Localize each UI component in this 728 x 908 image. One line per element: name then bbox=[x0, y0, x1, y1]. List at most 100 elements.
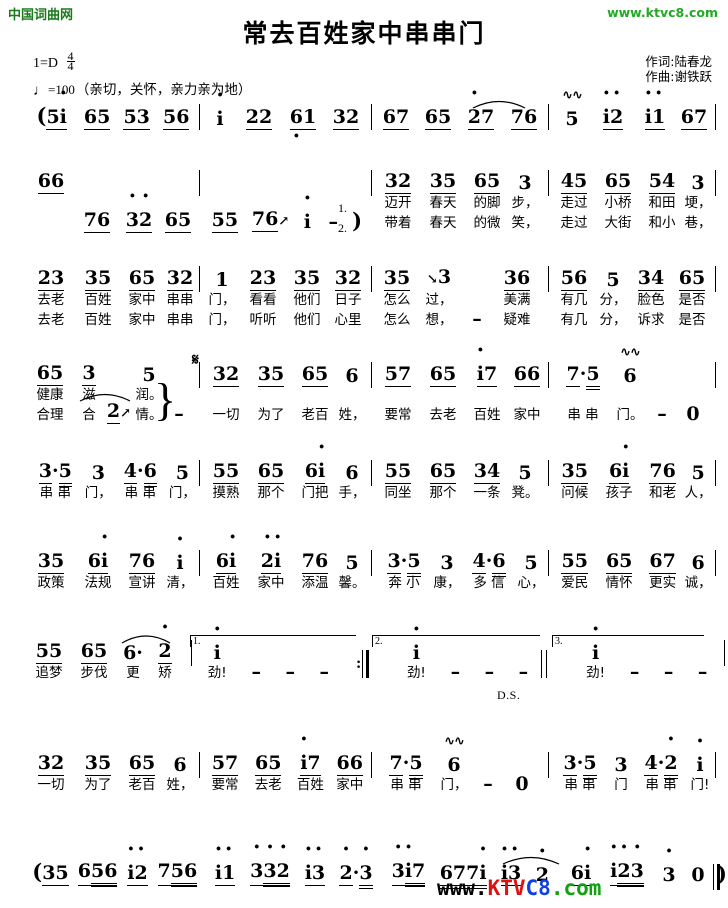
lyric-verse-1: 同坐 bbox=[384, 485, 412, 501]
lyric-verse-1: 诚， bbox=[684, 575, 712, 591]
measure: 65 健康 合理 3 滋 合 2↗ 5 润。 情。 – } bbox=[26, 362, 196, 425]
note-group: 6i bbox=[608, 460, 630, 484]
note-group: 65 bbox=[257, 460, 285, 484]
lyric-verse-1: 为了 bbox=[84, 777, 112, 793]
measure-row: (5i 65 53 56 i 22 61 32 67 65 27 76 5∿∿ bbox=[26, 89, 728, 130]
note-group: 3 bbox=[691, 172, 705, 194]
lyric-verse-1: 百姓 bbox=[473, 407, 501, 423]
lyric-verse-1: 门 bbox=[614, 777, 628, 793]
note-group: 65 bbox=[164, 209, 192, 233]
note-group: 2↗ bbox=[106, 400, 132, 424]
lyric-verse-2: 串串 bbox=[166, 312, 194, 328]
lyric-verse-1: 劲! bbox=[207, 665, 227, 681]
hold-dash: – bbox=[450, 661, 461, 683]
note-group: 32 bbox=[166, 267, 194, 291]
close-paren: ) bbox=[352, 208, 363, 233]
note-group: i bbox=[304, 211, 311, 233]
lyric-verse-1: 要常 bbox=[384, 407, 412, 423]
note-group: 55 bbox=[212, 460, 240, 484]
barline bbox=[199, 266, 200, 292]
measure: 1 门， 门， 23 看看 听听 35 他们 他们 32 日子 心里 bbox=[203, 266, 368, 330]
lyric-verse-1: 康， bbox=[433, 575, 461, 591]
note-group: ↘3 bbox=[426, 266, 452, 288]
lyric-verse-1: 奔 小 bbox=[388, 575, 420, 591]
lyric-verse-1: 老百 bbox=[128, 777, 156, 793]
lyric-verse-2: 的微 bbox=[473, 215, 501, 231]
note-group: 65 bbox=[605, 550, 633, 574]
measure: 35 政策 6i 法规 76 宣讲 i 清， bbox=[26, 550, 196, 593]
lyric-verse-2: 想， bbox=[425, 312, 453, 328]
lyric-verse-1: 家中 bbox=[336, 777, 364, 793]
lyric-verse-1: 那个 bbox=[257, 485, 285, 501]
note-group: 7·5 bbox=[389, 752, 423, 779]
note-group: 34 bbox=[637, 267, 665, 291]
note-group: 3 bbox=[82, 362, 96, 386]
measure: 5∿∿ i2 i1 67 bbox=[552, 89, 712, 130]
measure: 56 有几 有几 5 分， 分， 34 脸色 诉求 65 是否 是否 bbox=[552, 266, 712, 330]
barline bbox=[724, 640, 726, 666]
measure: 35 问候 6i 孩子 76 和老 5 人， bbox=[552, 460, 712, 503]
measure: i 劲! – – – bbox=[574, 640, 721, 683]
barline bbox=[371, 104, 372, 130]
note-group: 4·6 bbox=[123, 460, 158, 487]
note-group: 67 bbox=[649, 550, 676, 574]
note-group: 32 bbox=[212, 363, 240, 387]
barline bbox=[199, 550, 200, 576]
final-barline bbox=[717, 864, 720, 890]
note-group: 65 bbox=[604, 170, 632, 194]
barline bbox=[371, 362, 372, 388]
stave-line-8: 32 一切 35 为了 65 老百 6 姓， 57 要常 65 去老 i7 百姓… bbox=[0, 735, 728, 795]
measure: 7·5 串 串 6 ∿∿ 门。 – 0 bbox=[552, 345, 712, 425]
lyric-verse-1: 美满 bbox=[503, 292, 531, 308]
note-group: 5 bbox=[518, 462, 532, 484]
lyric-verse-2: 和小 bbox=[648, 215, 676, 231]
meter-bottom: 4 bbox=[67, 59, 74, 73]
measure: (5i 65 53 56 bbox=[26, 104, 196, 130]
measure: 3·5 奔 小 3 康， 4·6 多 信 5 心， bbox=[375, 550, 545, 593]
lyric-verse-1: 步， bbox=[511, 195, 539, 211]
hold-dash: – bbox=[484, 661, 495, 683]
lyric-verse-1: 添温 bbox=[301, 575, 329, 591]
barline bbox=[362, 650, 364, 678]
measure-row: 35 政策 6i 法规 76 宣讲 i 清， 6i 百姓 2i 家中 76 添温… bbox=[26, 550, 728, 593]
stave-line-6: 35 政策 6i 法规 76 宣讲 i 清， 6i 百姓 2i 家中 76 添温… bbox=[0, 550, 728, 593]
note-group: i23 bbox=[610, 860, 645, 887]
note-group: i1 bbox=[214, 862, 236, 886]
note-group: 32 bbox=[332, 106, 360, 130]
note-group: 6i bbox=[304, 460, 326, 484]
note-group: 6 ∿∿ bbox=[620, 345, 641, 387]
lyric-verse-2: 巷， bbox=[684, 215, 712, 231]
lyric-verse-1: 劲! bbox=[586, 665, 606, 681]
note-group: 56 bbox=[560, 267, 588, 291]
note-group: 3 bbox=[518, 172, 532, 194]
lyric-verse-2: 去老 bbox=[37, 312, 65, 328]
measure: 45 走过 走过 65 小桥 大街 54 和田 和小 3 埂， 巷， bbox=[552, 170, 712, 233]
note-group: 65 bbox=[429, 460, 457, 484]
barline bbox=[199, 752, 200, 778]
lyric-verse-1: 去老 bbox=[429, 407, 457, 423]
measure: 55 摸熟 65 那个 6i 门把 6 手， bbox=[203, 460, 368, 503]
lyric-verse-1: 的脚 bbox=[473, 195, 501, 211]
barline bbox=[548, 550, 549, 576]
lyric-verse-1: 一切 bbox=[212, 407, 240, 423]
note-group: i7 bbox=[476, 363, 498, 387]
barline bbox=[199, 362, 200, 388]
measure: 57 要常 65 去老 i7 百姓 66 家中 bbox=[203, 752, 368, 795]
lyric-verse-1: 门! bbox=[690, 777, 710, 793]
stave-line-5: 3·5 串 串 3 门， 4·6 串 串 5 门， 55 摸熟 65 那个 6i… bbox=[0, 460, 728, 503]
barline bbox=[199, 104, 200, 130]
lyric-verse-1: 和田 bbox=[648, 195, 676, 211]
note-group: 35 bbox=[561, 460, 588, 484]
note-group: 32 bbox=[37, 752, 65, 776]
note-group: 66 bbox=[336, 752, 363, 776]
note-group: 65 bbox=[128, 752, 156, 776]
note-group: 65 bbox=[473, 170, 501, 194]
note-group: 55 bbox=[211, 209, 239, 233]
note-group: 4·2 bbox=[644, 752, 678, 779]
note-group: 1 bbox=[215, 269, 229, 291]
note-group: 35 bbox=[84, 267, 112, 291]
hold-dash: – bbox=[251, 661, 261, 683]
note-group: 5 bbox=[691, 462, 705, 484]
lyric-verse-1: 怎么 bbox=[383, 292, 411, 308]
note-group: 3·5 bbox=[38, 460, 73, 487]
